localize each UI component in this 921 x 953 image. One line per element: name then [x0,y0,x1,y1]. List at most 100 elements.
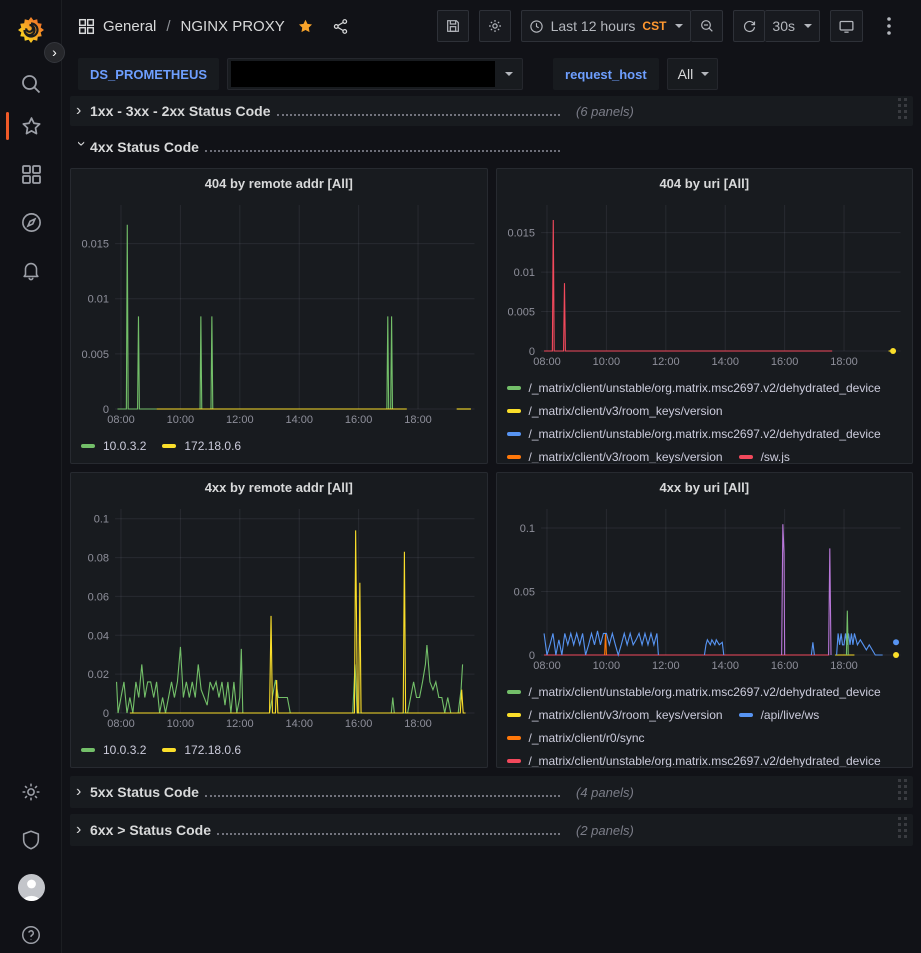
legend-series-label: 10.0.3.2 [103,439,146,453]
time-series-plot: 08:0010:0012:0014:0016:0018:0000.0050.01… [497,197,913,369]
legend-item[interactable]: 172.18.0.6 [162,738,241,761]
legend-item[interactable]: /sw.js [739,445,790,464]
chart-legend: 10.0.3.2 172.18.0.6 [71,736,487,766]
refresh-button[interactable] [733,10,765,42]
svg-text:0.005: 0.005 [507,307,535,319]
user-avatar[interactable] [0,871,62,903]
time-range-picker[interactable]: Last 12 hours CST [521,10,692,42]
time-series-chart[interactable]: 08:0010:0012:0014:0016:0018:0000.0050.01… [71,197,487,432]
admin-shield-icon[interactable] [0,826,62,854]
legend-series-label: /sw.js [761,450,790,464]
svg-text:0.05: 0.05 [513,587,534,599]
search-icon[interactable] [0,70,62,98]
panel-title[interactable]: 4xx by remote addr [All] [71,473,487,501]
request-host-variable-select[interactable]: All [667,58,719,90]
legend-item[interactable]: /api/live/ws [739,703,820,726]
svg-text:0.1: 0.1 [94,514,109,526]
drag-handle-icon[interactable] [898,817,907,844]
row-1xx-3xx-2xx-status-code[interactable]: 1xx - 3xx - 2xx Status Code (6 panels) [70,96,913,126]
drag-handle-icon[interactable] [898,98,907,125]
drag-handle-icon[interactable] [898,779,907,806]
time-series-plot: 08:0010:0012:0014:0016:0018:0000.020.040… [71,501,487,731]
legend-item[interactable]: /_matrix/client/v3/room_keys/version [507,445,723,464]
legend-series-label: 10.0.3.2 [103,743,146,757]
breadcrumb-section[interactable]: General [103,18,156,35]
legend-item[interactable]: 10.0.3.2 [81,434,146,457]
legend-series-swatch [739,455,753,459]
favorite-star-icon[interactable] [297,18,314,35]
legend-item[interactable]: /_matrix/client/v3/room_keys/version [507,703,723,726]
svg-text:12:00: 12:00 [226,718,254,730]
panel-4xx-by-remote-addr: 4xx by remote addr [All] 08:0010:0012:00… [70,472,488,768]
legend-item[interactable]: /_matrix/client/r0/sync [507,726,645,749]
legend-item[interactable]: 10.0.3.2 [81,738,146,761]
panel-title[interactable]: 4xx by uri [All] [497,473,913,501]
refresh-interval-picker[interactable]: 30s [765,10,820,42]
datasource-variable-select[interactable] [227,58,523,90]
help-icon[interactable] [0,921,62,949]
svg-text:0: 0 [528,346,534,358]
save-dashboard-button[interactable] [437,10,469,42]
svg-text:0.01: 0.01 [513,267,534,279]
panel-count: (6 panels) [576,104,634,119]
chevron-right-icon [76,821,90,839]
svg-text:18:00: 18:00 [404,414,432,426]
dashboards-icon[interactable] [0,160,62,188]
panel-count: (4 panels) [576,785,634,800]
kebab-menu-button[interactable] [873,10,905,42]
panel-title[interactable]: 404 by remote addr [All] [71,169,487,197]
legend-series-swatch [162,748,176,752]
legend-series-label: /_matrix/client/unstable/org.matrix.msc2… [529,381,881,395]
chevron-down-icon [72,141,90,155]
legend-item[interactable]: /_matrix/client/unstable/org.matrix.msc2… [507,376,881,399]
zoom-out-time-button[interactable] [691,10,723,42]
legend-item[interactable]: /_matrix/client/v3/room_keys/version [507,399,723,422]
svg-text:0.015: 0.015 [507,228,535,240]
svg-text:14:00: 14:00 [285,414,313,426]
dashboard-grid-icon[interactable] [78,18,95,35]
explore-compass-icon[interactable] [0,208,62,236]
refresh-interval-label: 30s [772,18,795,34]
svg-text:10:00: 10:00 [592,660,620,672]
request-host-variable-label[interactable]: request_host [553,58,659,90]
legend-series-swatch [507,736,521,740]
svg-text:10:00: 10:00 [592,356,620,368]
dotted-leader [205,795,560,797]
legend-series-swatch [507,409,521,413]
legend-series-label: 172.18.0.6 [184,743,241,757]
svg-text:08:00: 08:00 [533,356,561,368]
row-4xx-status-code[interactable]: 4xx Status Code [70,134,913,160]
legend-item[interactable]: 172.18.0.6 [162,434,241,457]
row-5xx-status-code[interactable]: 5xx Status Code (4 panels) [70,776,913,808]
svg-text:16:00: 16:00 [345,718,373,730]
request-host-value: All [668,66,700,82]
row-6xx-status-code[interactable]: 6xx > Status Code (2 panels) [70,814,913,846]
dashboard-settings-button[interactable] [479,10,511,42]
chevron-down-icon [675,24,683,28]
breadcrumb-title[interactable]: NGINX PROXY [181,18,285,35]
legend-series-label: /api/live/ws [761,708,820,722]
legend-series-label: /_matrix/client/unstable/org.matrix.msc2… [529,754,881,768]
svg-text:18:00: 18:00 [404,718,432,730]
share-icon[interactable] [332,18,349,35]
tv-mode-button[interactable] [830,10,863,42]
svg-text:0.01: 0.01 [88,294,109,306]
time-series-chart[interactable]: 08:0010:0012:0014:0016:0018:0000.050.1 [497,501,913,678]
time-series-plot: 08:0010:0012:0014:0016:0018:0000.0050.01… [71,197,487,427]
legend-item[interactable]: /_matrix/client/unstable/org.matrix.msc2… [507,422,881,445]
legend-item[interactable]: /_matrix/client/unstable/org.matrix.msc2… [507,680,881,703]
dotted-leader [205,150,560,152]
datasource-variable-label[interactable]: DS_PROMETHEUS [78,58,219,90]
sidebar-expand-button[interactable] [44,42,65,63]
panel-title[interactable]: 404 by uri [All] [497,169,913,197]
legend-series-swatch [81,748,95,752]
legend-item[interactable]: /_matrix/client/unstable/org.matrix.msc2… [507,749,881,768]
svg-text:18:00: 18:00 [830,356,858,368]
time-series-chart[interactable]: 08:0010:0012:0014:0016:0018:0000.020.040… [71,501,487,736]
alerting-bell-icon[interactable] [0,256,62,284]
time-series-chart[interactable]: 08:0010:0012:0014:0016:0018:0000.0050.01… [497,197,913,374]
timezone-label: CST [642,19,666,33]
starred-icon[interactable] [0,112,62,140]
legend-series-swatch [507,690,521,694]
settings-gear-icon[interactable] [0,778,62,806]
